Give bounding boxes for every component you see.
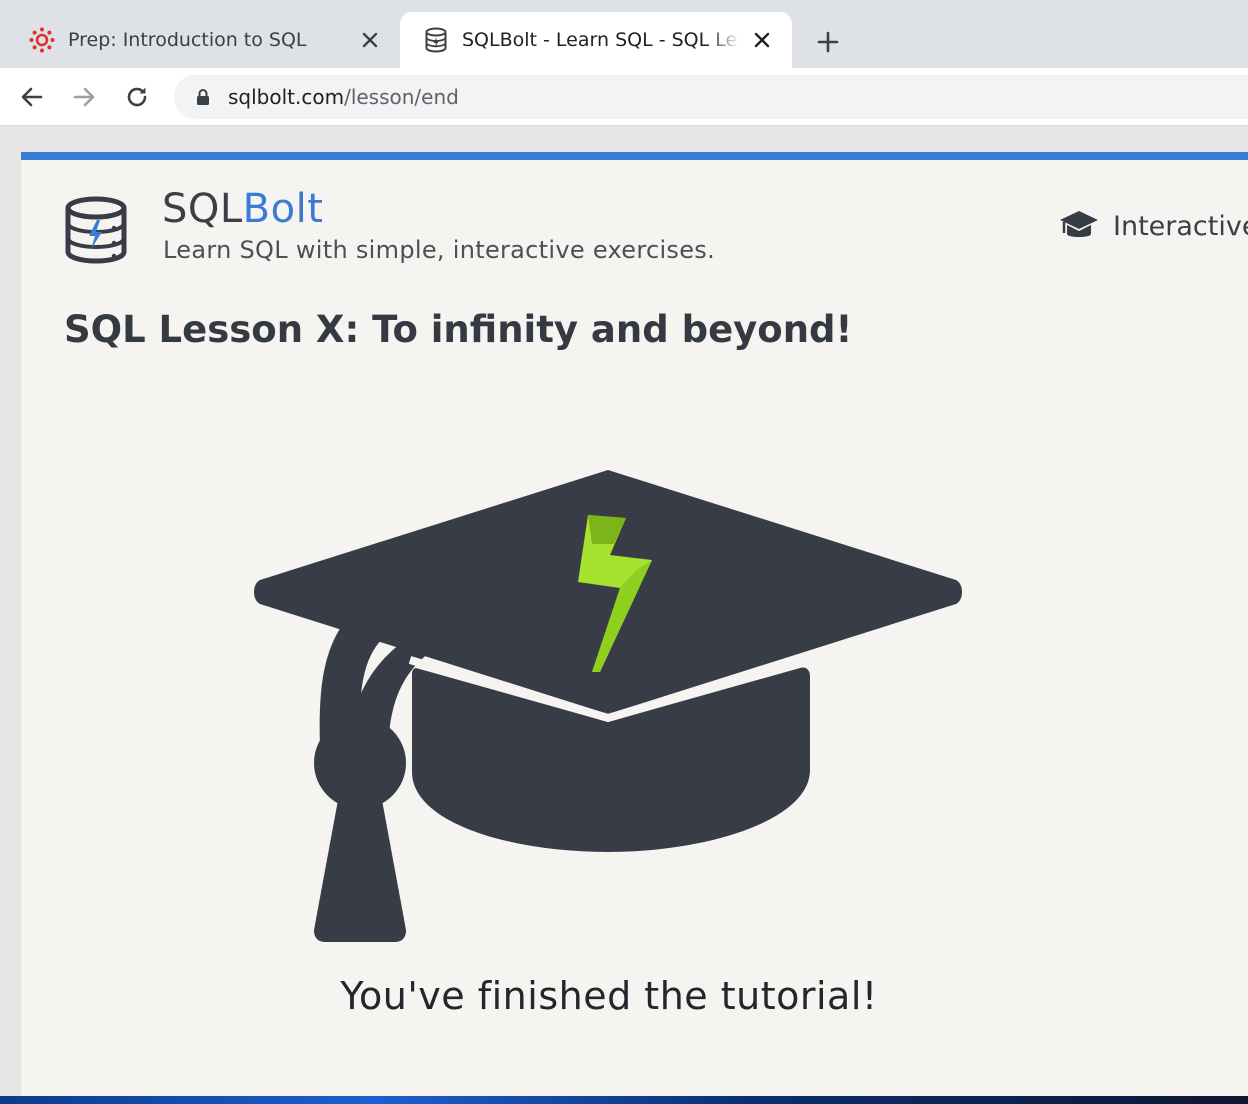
brand-bolt: Bolt: [242, 186, 324, 232]
forward-button[interactable]: [64, 77, 104, 117]
tab-prep-intro-sql[interactable]: Prep: Introduction to SQL: [0, 12, 400, 68]
tab-strip: Prep: Introduction to SQL SQLBolt - Lear…: [0, 0, 1248, 68]
arrow-left-icon: [21, 87, 43, 107]
desktop-taskbar-strip: [0, 1096, 1248, 1104]
site-brand[interactable]: SQLBolt: [162, 186, 323, 232]
address-bar[interactable]: sqlbolt.com/lesson/end: [174, 75, 1248, 119]
brand-sql: SQL: [162, 186, 243, 232]
plus-icon: [817, 31, 839, 53]
reload-icon: [127, 87, 147, 107]
completion-message: You've finished the tutorial!: [340, 974, 878, 1018]
lesson-title: SQL Lesson X: To infinity and beyond!: [64, 308, 853, 351]
browser-toolbar: sqlbolt.com/lesson/end: [0, 68, 1248, 126]
site-tagline: Learn SQL with simple, interactive exerc…: [163, 236, 716, 264]
nav-label: Interactive: [1113, 210, 1248, 242]
nav-interactive-tutorial[interactable]: Interactive: [1058, 208, 1248, 244]
url-host: sqlbolt.com: [228, 85, 345, 109]
url-text: sqlbolt.com/lesson/end: [228, 85, 459, 109]
close-icon[interactable]: [748, 26, 776, 54]
graduation-cap-illustration: [248, 460, 968, 950]
new-tab-button[interactable]: [808, 22, 848, 62]
database-icon: [422, 26, 450, 54]
tab-title: SQLBolt - Learn SQL - SQL Lesson X: To i…: [462, 29, 740, 51]
back-button[interactable]: [12, 77, 52, 117]
sqlbolt-logo[interactable]: [64, 196, 128, 266]
lock-icon: [194, 88, 212, 106]
graduation-cap-icon: [1058, 208, 1100, 244]
arrow-right-icon: [73, 87, 95, 107]
close-icon[interactable]: [356, 26, 384, 54]
reload-button[interactable]: [117, 77, 157, 117]
tab-title: Prep: Introduction to SQL: [68, 29, 307, 51]
canvas-icon: [28, 26, 56, 54]
tab-sqlbolt[interactable]: SQLBolt - Learn SQL - SQL Lesson X: To i…: [400, 12, 792, 68]
url-path: /lesson/end: [344, 85, 459, 109]
